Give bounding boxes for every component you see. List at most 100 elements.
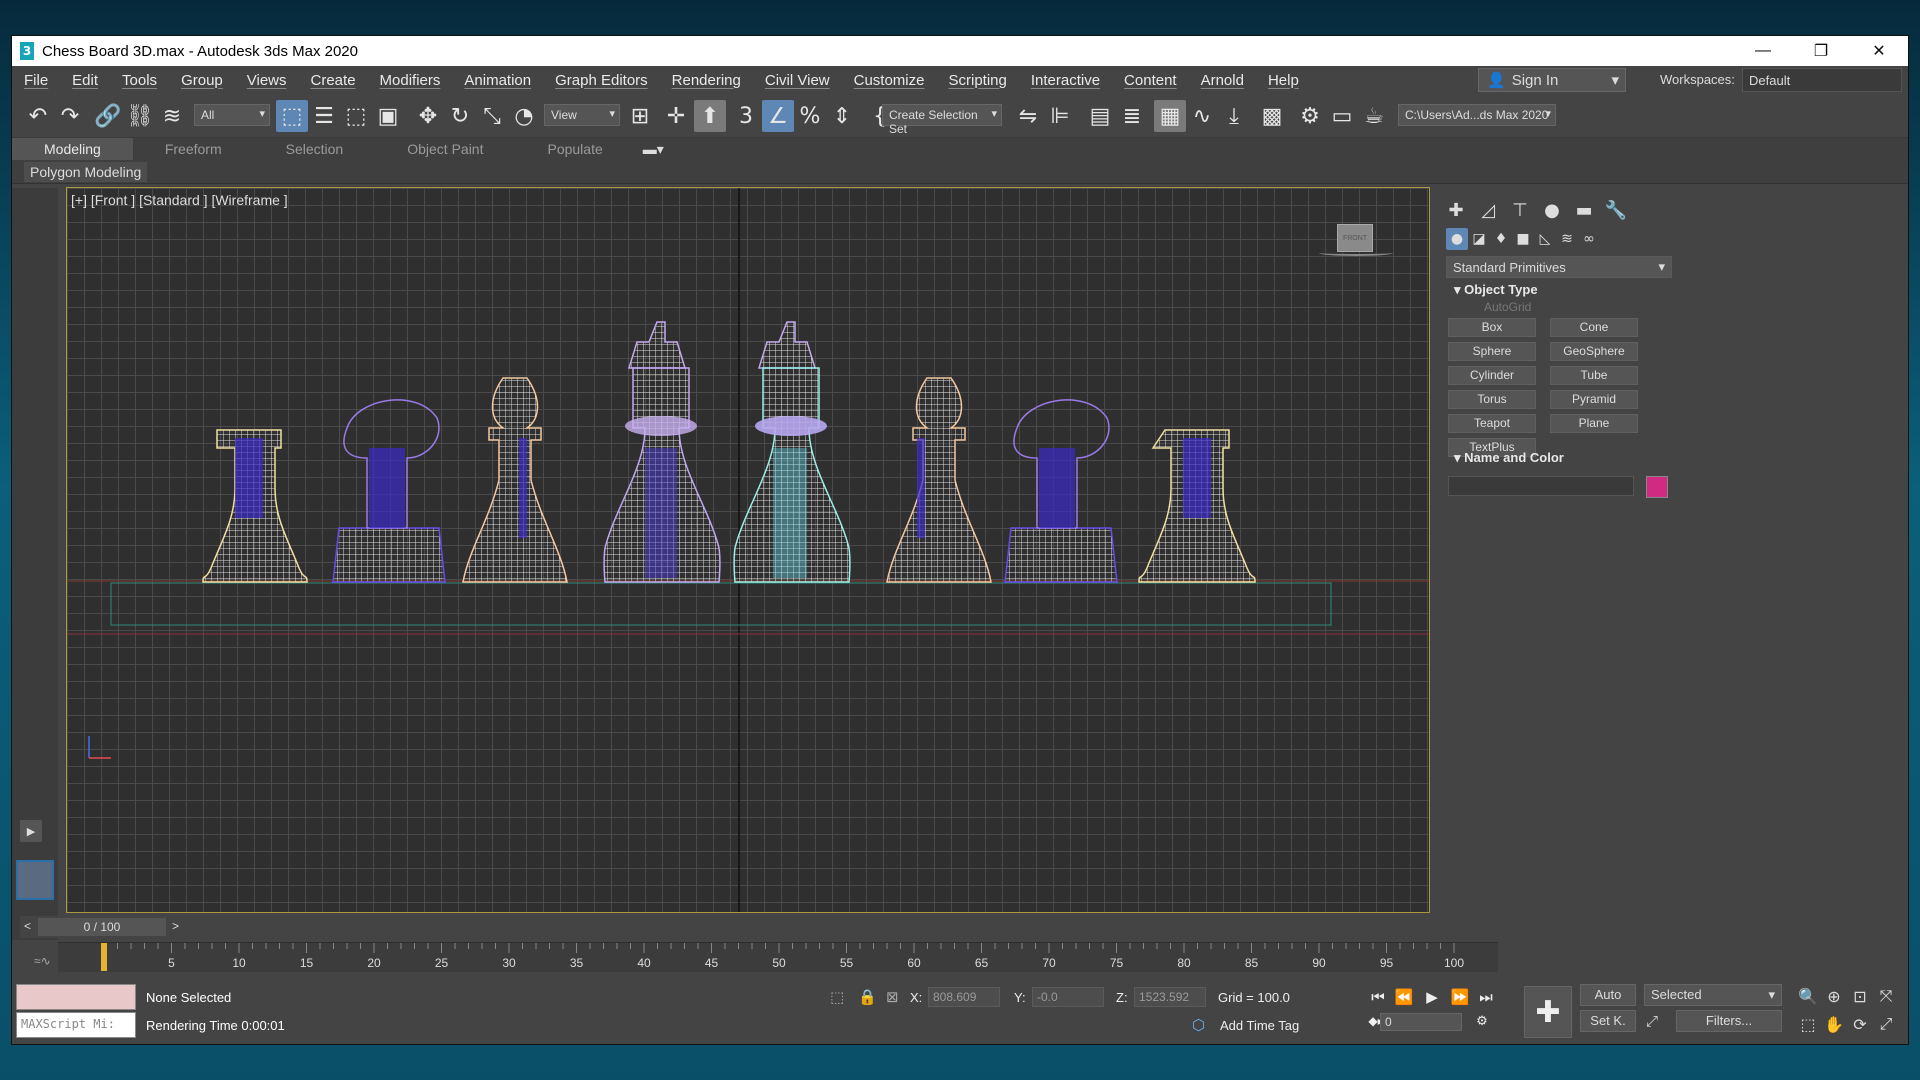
ribbon-options-icon[interactable]: ▬▾: [635, 138, 672, 160]
pyramid-button[interactable]: Pyramid: [1550, 390, 1638, 409]
layer-explorer-icon[interactable]: ≣: [1116, 100, 1148, 132]
curve-editor-mini-icon[interactable]: ≈∿: [34, 954, 51, 968]
undo-icon[interactable]: ↶: [22, 100, 54, 132]
hierarchy-tab-icon[interactable]: ⊤: [1506, 198, 1534, 222]
motion-tab-icon[interactable]: ●: [1538, 198, 1566, 222]
y-coordinate-field[interactable]: -0.0: [1032, 987, 1104, 1007]
menu-modifiers[interactable]: Modifiers: [368, 72, 453, 89]
unlink-icon[interactable]: ⛓: [124, 100, 156, 132]
tab-freeform[interactable]: Freeform: [133, 138, 254, 160]
name-and-color-rollout[interactable]: ▾ Name and Color: [1446, 450, 1672, 470]
tab-object-paint[interactable]: Object Paint: [375, 138, 515, 160]
menu-arnold[interactable]: Arnold: [1189, 72, 1256, 89]
pivot-center-icon[interactable]: ⊞: [624, 100, 656, 132]
tab-selection[interactable]: Selection: [254, 138, 376, 160]
next-frame-icon[interactable]: ⏩: [1448, 986, 1472, 1008]
set-key-icon[interactable]: ✚: [1524, 986, 1572, 1038]
expand-layout-icon[interactable]: ▶: [20, 820, 42, 842]
time-configuration-icon[interactable]: ⚙: [1470, 1010, 1494, 1032]
next-frame-button[interactable]: >: [172, 919, 179, 933]
isolate-selection-icon[interactable]: ⬚: [830, 988, 844, 1006]
zoom-all-icon[interactable]: ⊕: [1822, 984, 1846, 1008]
pan-view-icon[interactable]: ✋: [1822, 1012, 1846, 1036]
menu-help[interactable]: Help: [1256, 72, 1311, 89]
menu-views[interactable]: Views: [235, 72, 299, 89]
menu-customize[interactable]: Customize: [842, 72, 937, 89]
material-editor-icon[interactable]: ▩: [1256, 100, 1288, 132]
previous-frame-icon[interactable]: ⏪: [1392, 986, 1416, 1008]
keyboard-shortcut-override-icon[interactable]: ⬆: [694, 100, 726, 132]
menu-file[interactable]: File: [12, 72, 60, 89]
ribbon-toggle-icon[interactable]: ▦: [1154, 100, 1186, 132]
teapot-button[interactable]: Teapot: [1448, 414, 1536, 433]
modify-tab-icon[interactable]: ◿: [1474, 198, 1502, 222]
torus-button[interactable]: Torus: [1448, 390, 1536, 409]
select-object-icon[interactable]: ⬚: [276, 100, 308, 132]
reference-coordinate-dropdown[interactable]: View: [544, 104, 620, 126]
named-selection-dropdown[interactable]: Create Selection Set: [882, 104, 1002, 136]
auto-key-button[interactable]: Auto: [1580, 984, 1636, 1006]
maxscript-listener-output[interactable]: [16, 984, 136, 1010]
menu-civil-view[interactable]: Civil View: [753, 72, 842, 89]
maxscript-mini-listener[interactable]: MAXScript Mi:: [16, 1012, 136, 1038]
polygon-modeling-button[interactable]: Polygon Modeling: [24, 162, 148, 182]
absolute-mode-icon[interactable]: ⊠: [886, 988, 899, 1006]
systems-icon[interactable]: ∞: [1578, 228, 1600, 250]
key-filters-button[interactable]: Filters...: [1676, 1010, 1782, 1032]
menu-content[interactable]: Content: [1112, 72, 1189, 89]
sign-in-button[interactable]: 👤 Sign In ▾: [1478, 68, 1626, 92]
align-icon[interactable]: ⊫: [1044, 100, 1076, 132]
workspace-dropdown[interactable]: Default: [1742, 68, 1902, 92]
menu-tools[interactable]: Tools: [110, 72, 169, 89]
scale-icon[interactable]: ⤡: [476, 100, 508, 132]
redo-icon[interactable]: ↷: [54, 100, 86, 132]
utilities-tab-icon[interactable]: 🔧: [1602, 198, 1630, 222]
select-manipulate-icon[interactable]: ✛: [660, 100, 692, 132]
select-by-name-icon[interactable]: ☰: [308, 100, 340, 132]
render-icon[interactable]: ☕: [1358, 100, 1390, 132]
z-coordinate-field[interactable]: 1523.592: [1134, 987, 1206, 1007]
create-tab-icon[interactable]: ✚: [1442, 198, 1470, 222]
primitive-category-dropdown[interactable]: Standard Primitives: [1446, 256, 1672, 278]
go-to-end-icon[interactable]: ⏭: [1474, 986, 1498, 1008]
zoom-extents-icon[interactable]: ⊡: [1848, 984, 1872, 1008]
menu-animation[interactable]: Animation: [452, 72, 543, 89]
snaps-toggle-icon[interactable]: 3: [730, 100, 762, 132]
place-icon[interactable]: ◔: [508, 100, 540, 132]
menu-interactive[interactable]: Interactive: [1019, 72, 1112, 89]
link-icon[interactable]: 🔗: [92, 100, 124, 132]
move-icon[interactable]: ✥: [412, 100, 444, 132]
percent-snap-icon[interactable]: %: [794, 100, 826, 132]
maximize-viewport-icon[interactable]: ⤢: [1874, 1012, 1898, 1036]
rectangular-selection-icon[interactable]: ⬚: [340, 100, 372, 132]
time-slider-thumb[interactable]: 0 / 100: [38, 918, 166, 936]
spacewarps-icon[interactable]: ≋: [1556, 228, 1578, 250]
cylinder-button[interactable]: Cylinder: [1448, 366, 1536, 385]
viewport-layout-thumbnail[interactable]: [16, 860, 54, 900]
time-tag-icon[interactable]: ⬡: [1192, 1016, 1205, 1034]
menu-rendering[interactable]: Rendering: [660, 72, 753, 89]
tab-populate[interactable]: Populate: [515, 138, 634, 160]
geosphere-button[interactable]: GeoSphere: [1550, 342, 1638, 361]
default-in-out-tangent-icon[interactable]: ⤢: [1646, 1012, 1658, 1030]
project-folder-dropdown[interactable]: C:\Users\Ad...ds Max 2020: [1398, 104, 1556, 126]
sphere-button[interactable]: Sphere: [1448, 342, 1536, 361]
orbit-icon[interactable]: ⟳: [1848, 1012, 1872, 1036]
timeline-ruler[interactable]: 0510152025303540455055606570758085909510…: [58, 942, 1498, 972]
key-filter-dropdown[interactable]: Selected: [1644, 984, 1782, 1006]
object-type-rollout[interactable]: ▾ Object Type: [1446, 282, 1672, 302]
bind-spacewarp-icon[interactable]: ≋: [156, 100, 188, 132]
restore-button[interactable]: ❐: [1792, 36, 1850, 66]
box-button[interactable]: Box: [1448, 318, 1536, 337]
rotate-icon[interactable]: ↻: [444, 100, 476, 132]
object-color-swatch[interactable]: [1646, 476, 1668, 498]
add-time-tag[interactable]: Add Time Tag: [1220, 1018, 1299, 1033]
zoom-extents-all-icon[interactable]: ⤧: [1874, 984, 1898, 1008]
go-to-start-icon[interactable]: ⏮: [1366, 986, 1390, 1008]
zoom-icon[interactable]: 🔍: [1796, 984, 1820, 1008]
field-of-view-icon[interactable]: ⬚: [1796, 1012, 1820, 1036]
menu-scripting[interactable]: Scripting: [936, 72, 1018, 89]
selection-filter-dropdown[interactable]: All: [194, 104, 270, 126]
play-icon[interactable]: ▶: [1420, 986, 1444, 1008]
display-tab-icon[interactable]: ▬: [1570, 198, 1598, 222]
